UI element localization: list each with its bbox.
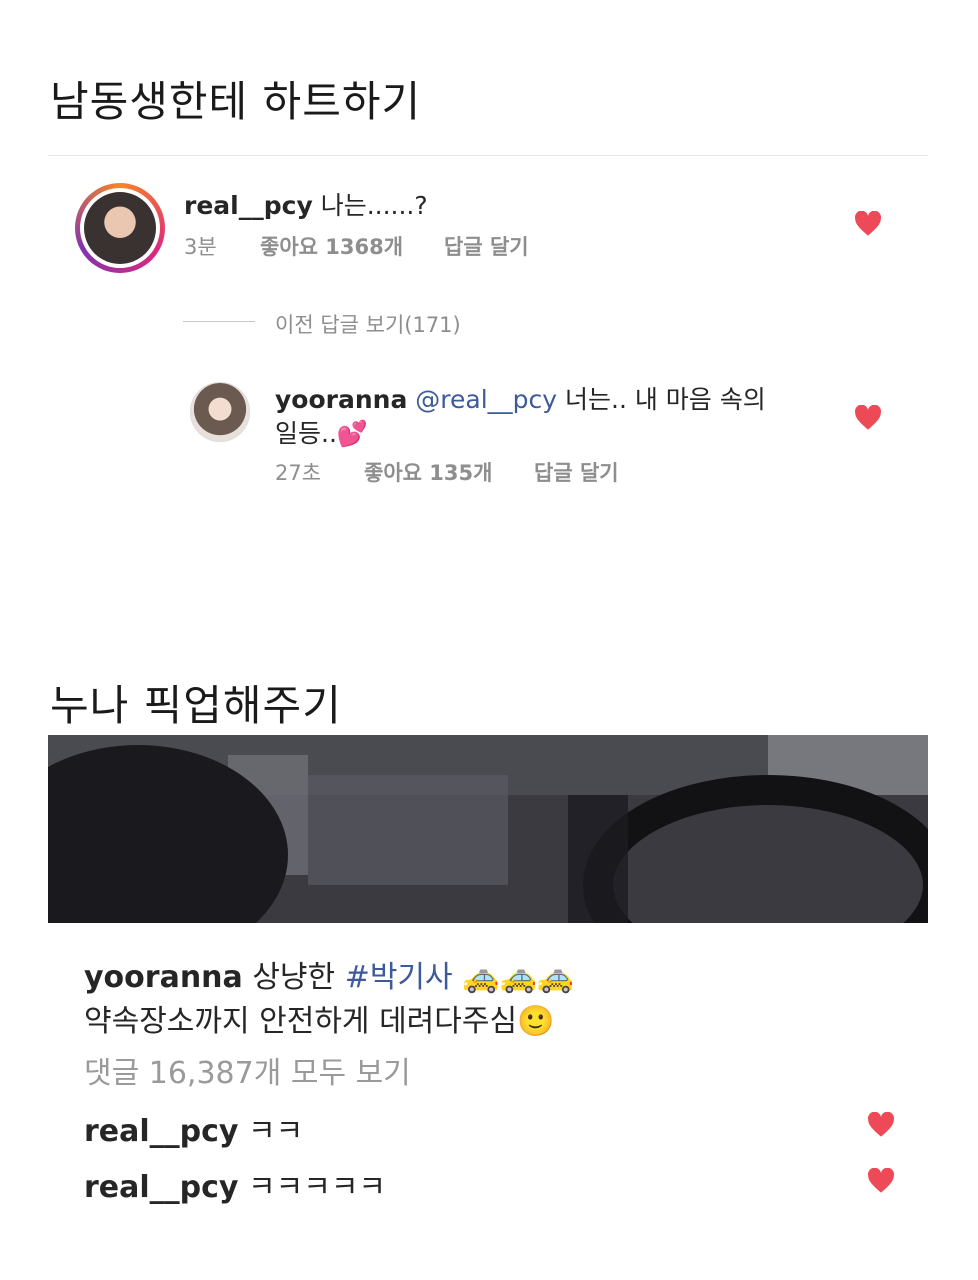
heart-icon[interactable]: [867, 1168, 895, 1194]
comment-text: ㅋㅋ: [248, 1114, 304, 1149]
heart-icon[interactable]: [867, 1112, 895, 1138]
reply-likes[interactable]: 좋아요 135개: [364, 457, 492, 487]
reply-text-line2: 일등..💕: [275, 419, 369, 448]
reply-time: 27초: [275, 461, 322, 485]
heart-icon[interactable]: [854, 405, 882, 431]
comment-text: 나는......?: [320, 191, 428, 220]
taxi-emoji: 🚕🚕🚕: [462, 960, 575, 995]
post-photo[interactable]: [48, 735, 928, 923]
caption-hashtag[interactable]: #박기사: [345, 960, 453, 995]
view-replies-line: [183, 321, 255, 322]
caption-username[interactable]: yooranna: [84, 960, 243, 995]
section-title-2: 누나 픽업해주기: [50, 681, 342, 730]
comment-reply-button[interactable]: 답글 달기: [444, 231, 529, 261]
reply-row: yooranna @real__pcy 너는.. 내 마음 속의: [275, 380, 766, 416]
comment-text: ㅋㅋㅋㅋㅋ: [248, 1170, 387, 1205]
comment-row-1: real__pcy ㅋㅋ: [84, 1106, 303, 1150]
view-replies-button[interactable]: 이전 답글 보기(171): [275, 309, 461, 339]
divider: [48, 155, 928, 156]
comment-username[interactable]: real__pcy: [84, 1170, 238, 1205]
comment-username[interactable]: real__pcy: [184, 191, 313, 220]
comment-row-2: real__pcy ㅋㅋㅋㅋㅋ: [84, 1162, 386, 1206]
comment-row: real__pcy 나는......?: [184, 186, 428, 222]
reply-username[interactable]: yooranna: [275, 385, 407, 414]
reply-text-line1: 너는.. 내 마음 속의: [565, 385, 766, 414]
caption-line2: 약속장소까지 안전하게 데려다주심🙂: [84, 1004, 555, 1039]
avatar-real-pcy[interactable]: [84, 192, 156, 264]
comment-likes[interactable]: 좋아요 1368개: [260, 231, 403, 261]
reply-mention[interactable]: @real__pcy: [415, 385, 557, 414]
section-title-1: 남동생한테 하트하기: [50, 77, 422, 126]
comment-time: 3분: [184, 235, 217, 259]
caption-text: 상냥한: [252, 960, 336, 995]
reply-reply-button[interactable]: 답글 달기: [534, 457, 619, 487]
caption-line1: yooranna 상냥한 #박기사 🚕🚕🚕: [84, 952, 574, 996]
avatar-yooranna[interactable]: [190, 382, 250, 442]
heart-icon[interactable]: [854, 211, 882, 237]
comment-username[interactable]: real__pcy: [84, 1114, 238, 1149]
view-all-comments[interactable]: 댓글 16,387개 모두 보기: [84, 1048, 411, 1092]
